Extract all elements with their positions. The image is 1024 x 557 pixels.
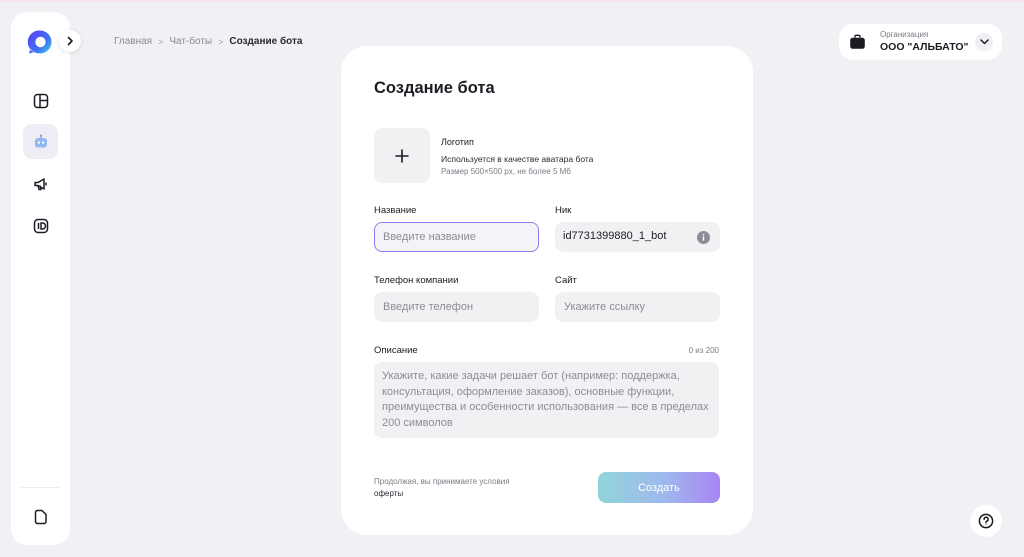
- help-icon: [978, 513, 994, 529]
- organization-caption: Организация: [880, 30, 929, 39]
- site-label: Сайт: [555, 275, 577, 286]
- breadcrumb: Главная > Чат-боты > Создание бота: [114, 36, 302, 47]
- plus-icon: [395, 148, 409, 163]
- info-icon[interactable]: [697, 231, 710, 244]
- sidebar: [11, 12, 70, 545]
- terms-text: Продолжая, вы принимаете условия оферты: [374, 476, 514, 500]
- description-input[interactable]: [374, 362, 719, 438]
- logo-hint: Используется в качестве аватара бота: [441, 154, 594, 164]
- breadcrumb-separator-icon: >: [218, 36, 224, 47]
- logo-upload-button[interactable]: [374, 128, 430, 183]
- name-label: Название: [374, 205, 417, 216]
- briefcase-icon: [850, 34, 865, 49]
- bot-icon: [34, 134, 47, 147]
- site-input[interactable]: [555, 292, 720, 322]
- help-button[interactable]: [970, 505, 1002, 537]
- top-divider: [0, 0, 1024, 2]
- organization-selector[interactable]: Организация ООО "АЛЬБАТО": [839, 24, 1002, 60]
- sidebar-item-id[interactable]: [23, 208, 58, 243]
- id-icon: [33, 218, 48, 233]
- phone-input[interactable]: [374, 292, 539, 322]
- logo-label: Логотип: [441, 137, 474, 147]
- megaphone-icon: [33, 177, 47, 190]
- nick-label: Ник: [555, 205, 572, 216]
- sidebar-item-chatbots[interactable]: [23, 124, 58, 159]
- breadcrumb-current: Создание бота: [229, 36, 303, 47]
- page-title: Создание бота: [374, 79, 495, 97]
- phone-label: Телефон компании: [374, 275, 459, 286]
- chevron-right-icon: [67, 36, 73, 46]
- sidebar-item-mailings[interactable]: [23, 166, 58, 201]
- terms-offer-link[interactable]: оферты: [374, 489, 403, 498]
- app-logo[interactable]: [27, 29, 53, 55]
- chevron-down-icon[interactable]: [975, 33, 993, 51]
- create-bot-card: Создание бота Логотип Используется в кач…: [341, 46, 753, 535]
- create-button[interactable]: Создать: [598, 472, 720, 503]
- breadcrumb-chatbots[interactable]: Чат-боты: [169, 36, 212, 47]
- nick-value: id7731399880_1_bot: [563, 230, 667, 242]
- name-input[interactable]: [374, 222, 539, 252]
- description-counter: 0 из 200: [688, 346, 719, 355]
- breadcrumb-home[interactable]: Главная: [114, 36, 152, 47]
- sidebar-divider: [21, 487, 60, 488]
- description-label: Описание: [374, 345, 418, 356]
- breadcrumb-separator-icon: >: [158, 36, 164, 47]
- sidebar-item-docs[interactable]: [23, 499, 58, 534]
- dashboard-icon: [33, 93, 48, 108]
- sidebar-item-dashboard[interactable]: [23, 83, 58, 118]
- document-icon: [34, 509, 47, 524]
- terms-prefix: Продолжая, вы принимаете условия: [374, 477, 510, 486]
- logo-size-hint: Размер 500×500 px, не более 5 Мб: [441, 167, 571, 176]
- sidebar-expand-button[interactable]: [59, 30, 81, 52]
- organization-name: ООО "АЛЬБАТО": [880, 41, 969, 53]
